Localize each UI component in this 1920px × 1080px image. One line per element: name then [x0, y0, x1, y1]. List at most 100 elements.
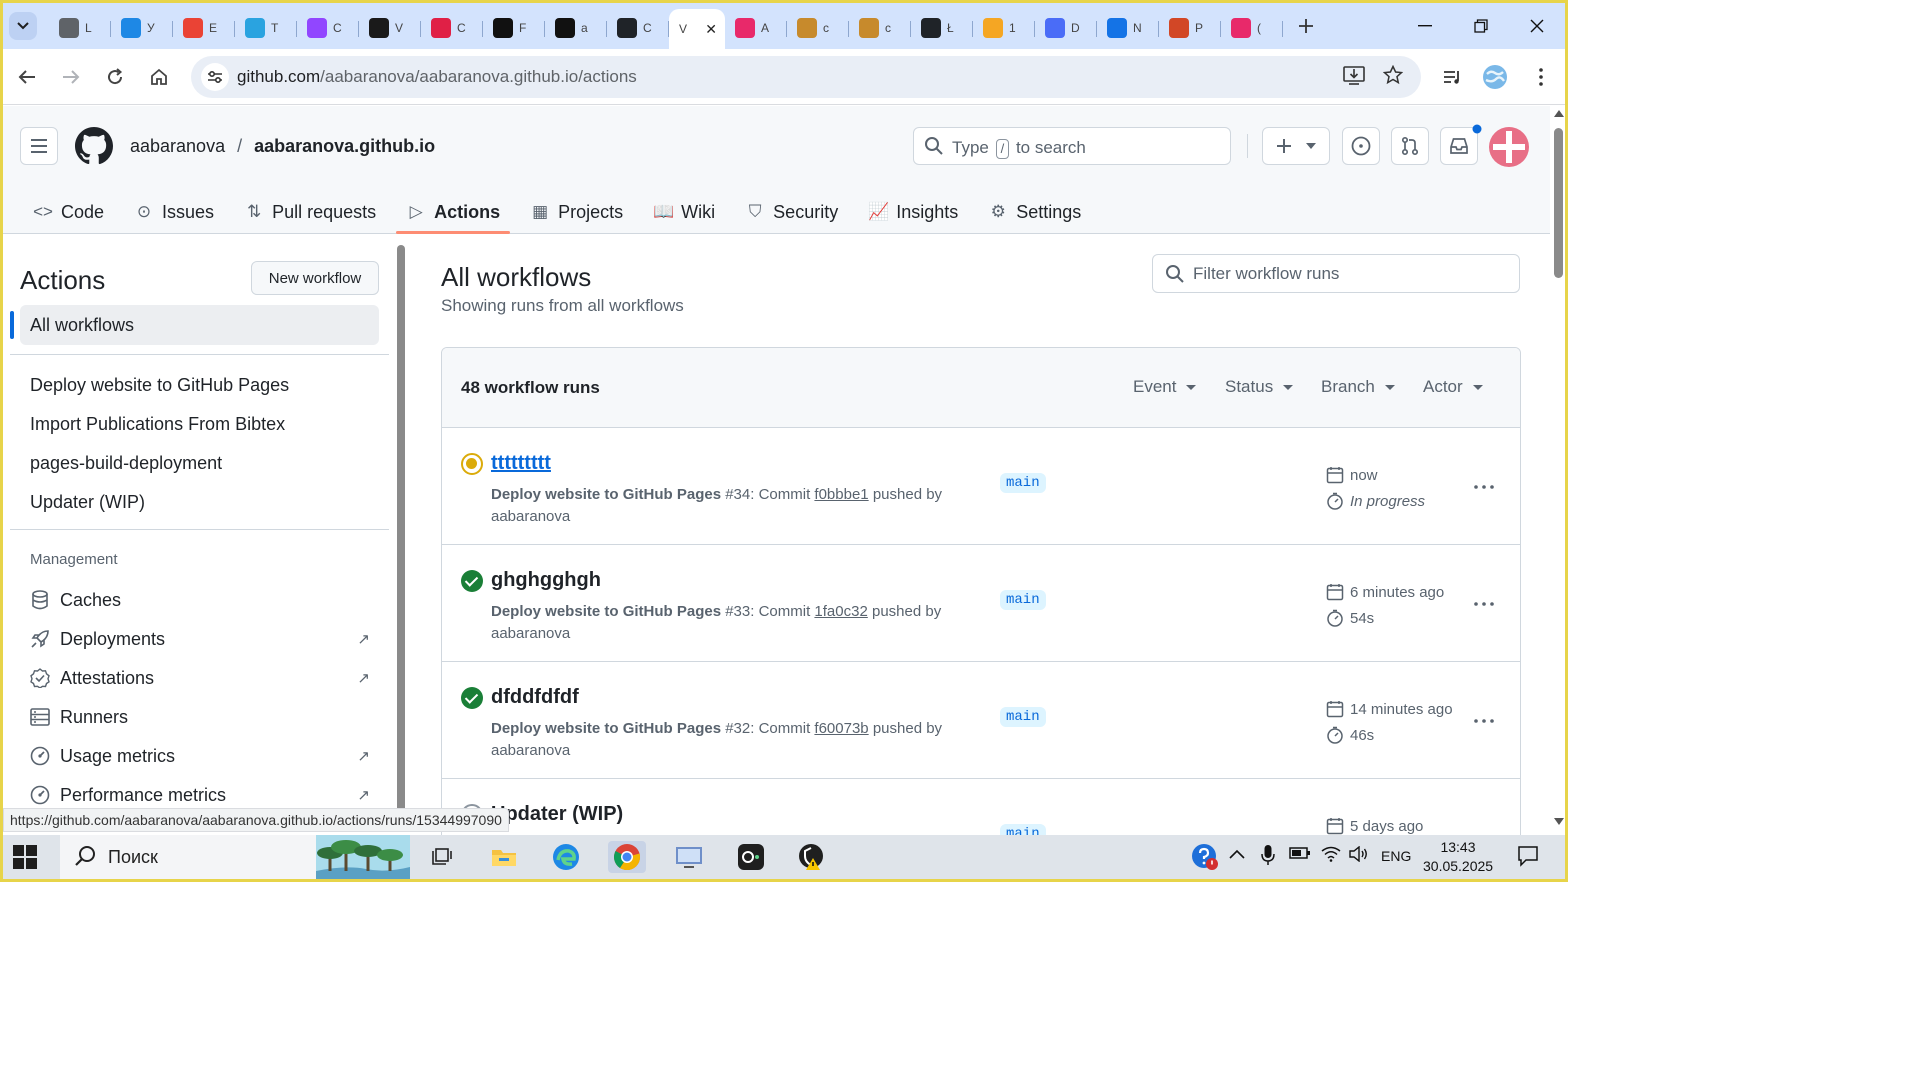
tab-search-button[interactable]	[9, 12, 37, 40]
browser-tab[interactable]: С	[297, 11, 359, 45]
browser-tab[interactable]: с	[849, 11, 911, 45]
branch-badge[interactable]: main	[1000, 590, 1046, 610]
language-indicator[interactable]: ENG	[1381, 848, 1411, 864]
new-tab-button[interactable]	[1291, 9, 1321, 43]
new-workflow-button[interactable]: New workflow	[251, 261, 379, 295]
browser-tab-active[interactable]: V ✕	[669, 9, 725, 49]
sidebar-workflow-item[interactable]: pages-build-deployment	[30, 453, 222, 474]
run-title-link[interactable]: Updater (WIP)	[491, 803, 623, 826]
create-new-button[interactable]	[1262, 127, 1330, 165]
tab-pull-requests[interactable]: ⇅ Pull requests	[234, 190, 386, 234]
global-menu-button[interactable]	[20, 127, 58, 165]
browser-tab[interactable]: с	[787, 11, 849, 45]
tray-help[interactable]	[1191, 843, 1219, 875]
taskbar-remote-desktop[interactable]	[670, 841, 708, 873]
run-commit-link[interactable]: f0bbbe1	[814, 486, 868, 503]
tab-settings[interactable]: ⚙ Settings	[978, 190, 1091, 234]
forward-button[interactable]	[57, 63, 85, 91]
scrollbar-thumb[interactable]	[1554, 128, 1563, 278]
filter-workflow-runs[interactable]	[1152, 254, 1520, 293]
event-filter-dropdown[interactable]: Event	[1133, 377, 1197, 397]
branch-badge[interactable]: main	[1000, 473, 1046, 493]
taskbar-explorer[interactable]	[485, 841, 523, 873]
browser-tab[interactable]: (	[1221, 11, 1283, 45]
tab-code[interactable]: <> Code	[23, 190, 114, 234]
profile-button[interactable]	[1481, 63, 1509, 91]
sidebar-item-all-workflows[interactable]: All workflows	[10, 305, 379, 345]
browser-tab[interactable]: Ł	[911, 11, 973, 45]
tray-microphone[interactable]	[1261, 844, 1275, 870]
tab-actions[interactable]: ▷ Actions	[396, 190, 511, 234]
start-button[interactable]	[13, 845, 37, 869]
tray-volume[interactable]	[1349, 845, 1369, 866]
sidebar-item-performance-metrics[interactable]: Performance metrics ↗	[30, 782, 370, 808]
scroll-up-arrow-icon[interactable]	[1554, 110, 1564, 117]
taskbar-chrome[interactable]	[608, 841, 646, 873]
table-row[interactable]: ghghgghgh Deploy website to GitHub Pages …	[442, 545, 1520, 662]
repo-owner-link[interactable]: aabaranova	[130, 136, 225, 156]
sidebar-item-deployments[interactable]: Deployments ↗	[30, 626, 370, 652]
reload-button[interactable]	[101, 63, 129, 91]
scroll-down-arrow-icon[interactable]	[1554, 818, 1564, 825]
browser-tab[interactable]: N	[1097, 11, 1159, 45]
home-button[interactable]	[145, 63, 173, 91]
site-info-button[interactable]	[201, 63, 229, 91]
tab-issues[interactable]: ⊙ Issues	[124, 190, 224, 234]
run-actor[interactable]: aabaranova	[491, 508, 570, 525]
browser-tab[interactable]: У	[111, 11, 173, 45]
browser-tab[interactable]: a	[545, 11, 607, 45]
restore-button[interactable]	[1453, 3, 1509, 49]
notifications-button[interactable]	[1517, 845, 1539, 871]
tray-battery[interactable]	[1289, 846, 1311, 864]
tab-wiki[interactable]: 📖 Wiki	[643, 190, 725, 234]
global-search-input[interactable]: Type / to search	[913, 127, 1231, 165]
browser-tab[interactable]: F	[483, 11, 545, 45]
browser-tab[interactable]: V	[359, 11, 421, 45]
bookmark-button[interactable]	[1382, 64, 1404, 90]
user-avatar[interactable]	[1489, 127, 1529, 167]
browser-tab[interactable]: A	[725, 11, 787, 45]
close-tab-icon[interactable]: ✕	[705, 21, 717, 38]
browser-tab[interactable]: L	[49, 11, 111, 45]
tray-network[interactable]	[1321, 846, 1341, 866]
tab-projects[interactable]: ▦ Projects	[520, 190, 633, 234]
browser-tab[interactable]: P	[1159, 11, 1221, 45]
sidebar-item-runners[interactable]: Runners	[30, 704, 370, 730]
browser-tab[interactable]: D	[1035, 11, 1097, 45]
page-scrollbar[interactable]	[1550, 106, 1568, 836]
run-commit-link[interactable]: f60073b	[814, 720, 868, 737]
address-bar[interactable]: github.com/aabaranova/aabaranova.github.…	[191, 56, 1421, 98]
back-button[interactable]	[13, 63, 41, 91]
install-app-button[interactable]	[1343, 65, 1365, 90]
actor-filter-dropdown[interactable]: Actor	[1423, 377, 1483, 397]
table-row[interactable]: ttttttttt Deploy website to GitHub Pages …	[442, 428, 1520, 545]
run-actor[interactable]: aabaranova	[491, 625, 570, 642]
taskbar-edge[interactable]	[547, 841, 585, 873]
browser-tab[interactable]: T	[235, 11, 297, 45]
media-control-button[interactable]	[1439, 63, 1467, 91]
browser-tab[interactable]: С	[421, 11, 483, 45]
run-commit-link[interactable]: 1fa0c32	[814, 603, 867, 620]
run-title-link[interactable]: ghghgghgh	[491, 569, 601, 592]
sidebar-item-usage-metrics[interactable]: Usage metrics ↗	[30, 743, 370, 769]
browser-tab[interactable]: 1	[973, 11, 1035, 45]
branch-filter-dropdown[interactable]: Branch	[1321, 377, 1395, 397]
taskbar-vpn-app[interactable]	[793, 841, 831, 873]
task-view-button[interactable]	[423, 841, 461, 873]
sidebar-item-caches[interactable]: Caches	[30, 587, 370, 613]
run-title-link[interactable]: dfddfdfdf	[491, 686, 579, 709]
tab-insights[interactable]: 📈 Insights	[858, 190, 968, 234]
run-options-button[interactable]	[1474, 472, 1494, 495]
browser-tab[interactable]: E	[173, 11, 235, 45]
run-options-button[interactable]	[1474, 589, 1494, 612]
filter-input[interactable]	[1193, 262, 1503, 286]
close-window-button[interactable]	[1509, 3, 1565, 49]
sidebar-workflow-item[interactable]: Deploy website to GitHub Pages	[30, 375, 289, 396]
minimize-button[interactable]	[1397, 3, 1453, 49]
taskbar-clock[interactable]: 13:43 30.05.2025	[1423, 838, 1493, 876]
repo-name-link[interactable]: aabaranova.github.io	[254, 136, 435, 156]
browser-tab[interactable]: С	[607, 11, 669, 45]
table-row[interactable]: dfddfdfdf Deploy website to GitHub Pages …	[442, 662, 1520, 779]
taskbar-camera-app[interactable]	[732, 841, 770, 873]
show-hidden-icons-button[interactable]	[1229, 846, 1245, 863]
